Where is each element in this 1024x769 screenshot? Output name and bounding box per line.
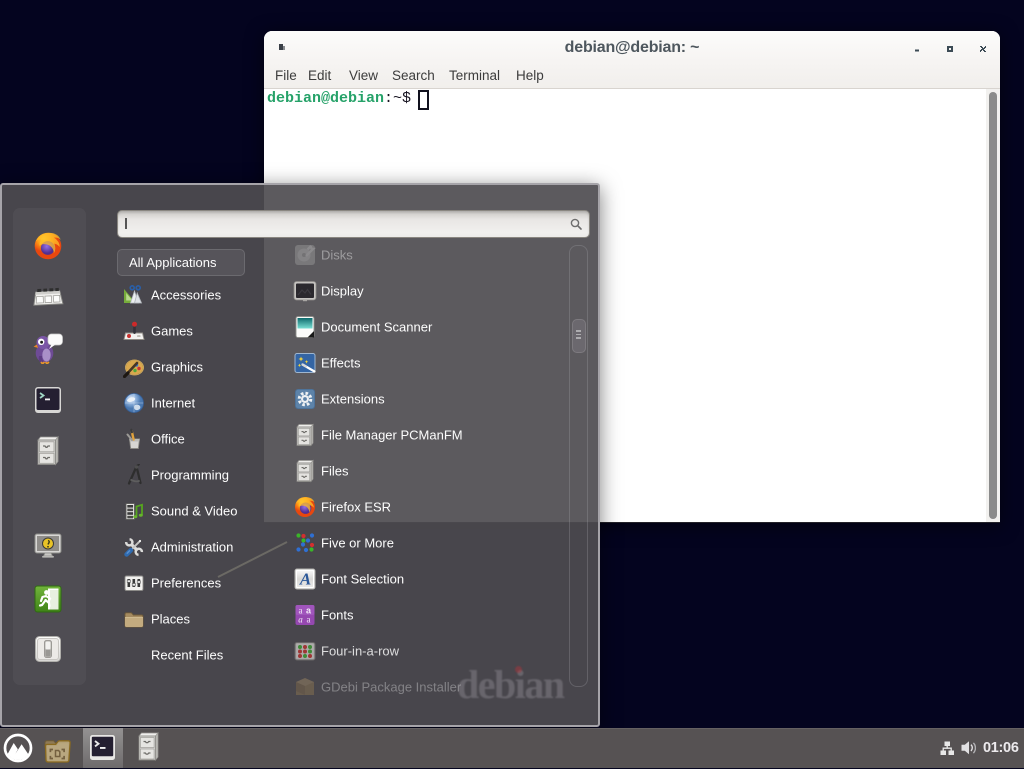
svg-text:a: a [298, 615, 303, 625]
svg-text:a: a [307, 615, 311, 625]
svg-text:A: A [299, 570, 311, 589]
